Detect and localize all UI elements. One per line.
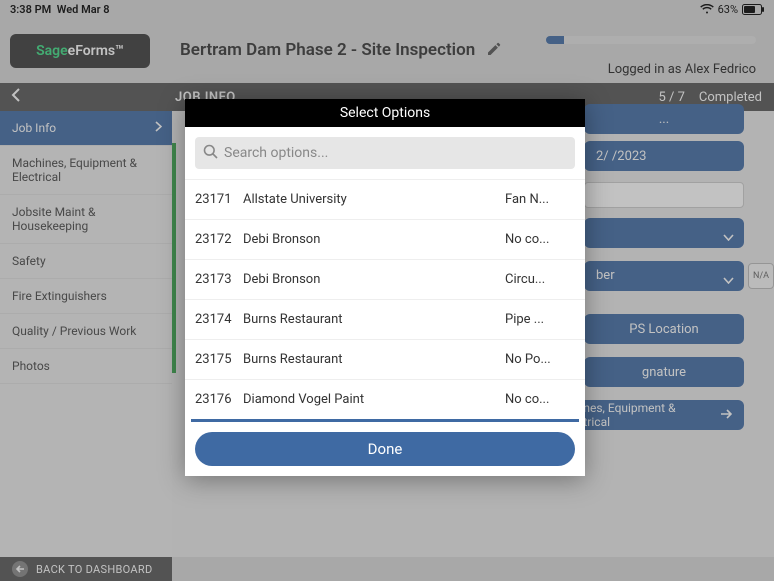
modal-title: Select Options (185, 99, 585, 127)
modal-search[interactable] (195, 137, 575, 169)
search-input[interactable] (224, 145, 567, 161)
list-item[interactable]: 23175 Burns Restaurant No Po... (185, 339, 585, 379)
modal-list: 23171 Allstate University Fan N... 23172… (185, 179, 585, 419)
list-item[interactable]: 23172 Debi Bronson No co... (185, 219, 585, 259)
modal-divider (191, 419, 579, 422)
list-item[interactable]: 23171 Allstate University Fan N... (185, 179, 585, 219)
done-button[interactable]: Done (195, 432, 575, 466)
list-item[interactable]: 23173 Debi Bronson Circu... (185, 259, 585, 299)
list-item[interactable]: 23176 Diamond Vogel Paint No co... (185, 379, 585, 419)
select-options-modal: Select Options 23171 Allstate University… (185, 99, 585, 476)
list-item[interactable]: 23174 Burns Restaurant Pipe ... (185, 299, 585, 339)
search-icon (203, 144, 218, 163)
